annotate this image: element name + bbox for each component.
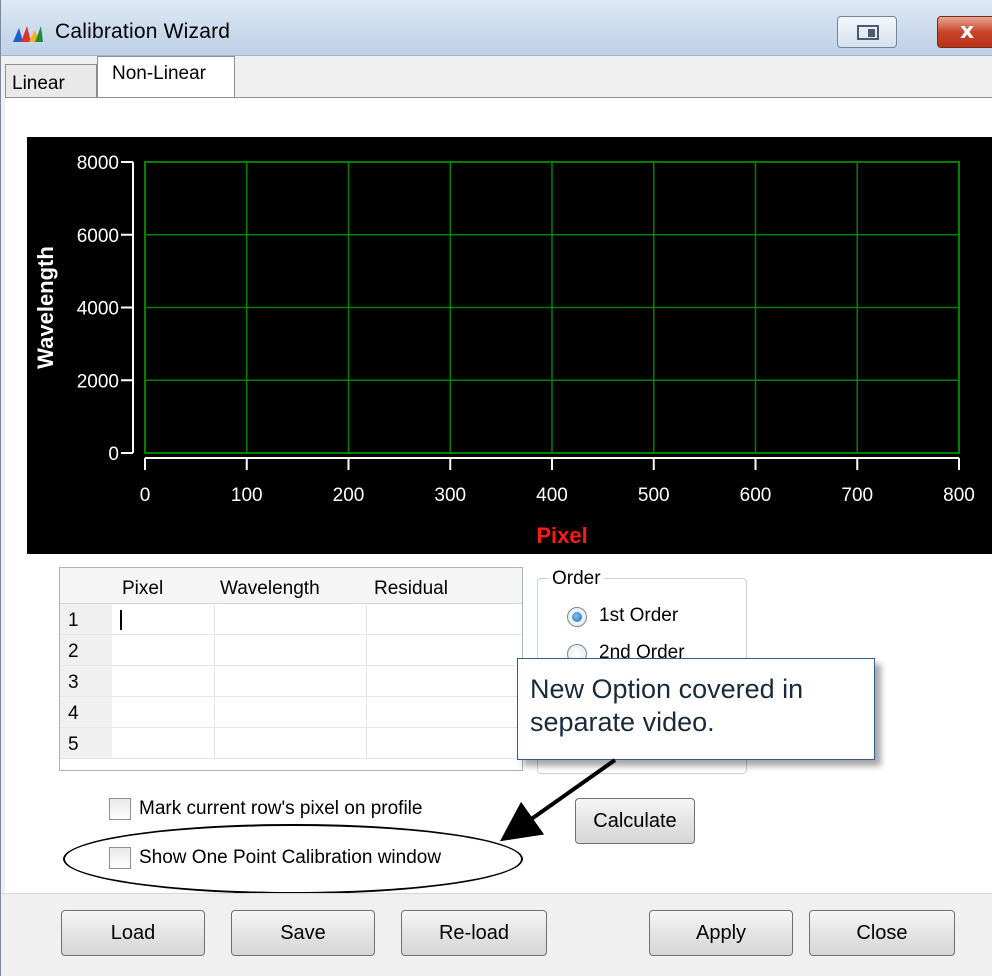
reload-button[interactable]: Re-load: [401, 910, 547, 956]
annotation-arrow: [499, 758, 617, 842]
save-button[interactable]: Save: [231, 910, 375, 956]
apply-button[interactable]: Apply: [649, 910, 793, 956]
load-button[interactable]: Load: [61, 910, 205, 956]
calibration-wizard-window: Calibration Wizard x Linear Non-Linear 0…: [0, 0, 992, 976]
close-button[interactable]: Close: [809, 910, 955, 956]
